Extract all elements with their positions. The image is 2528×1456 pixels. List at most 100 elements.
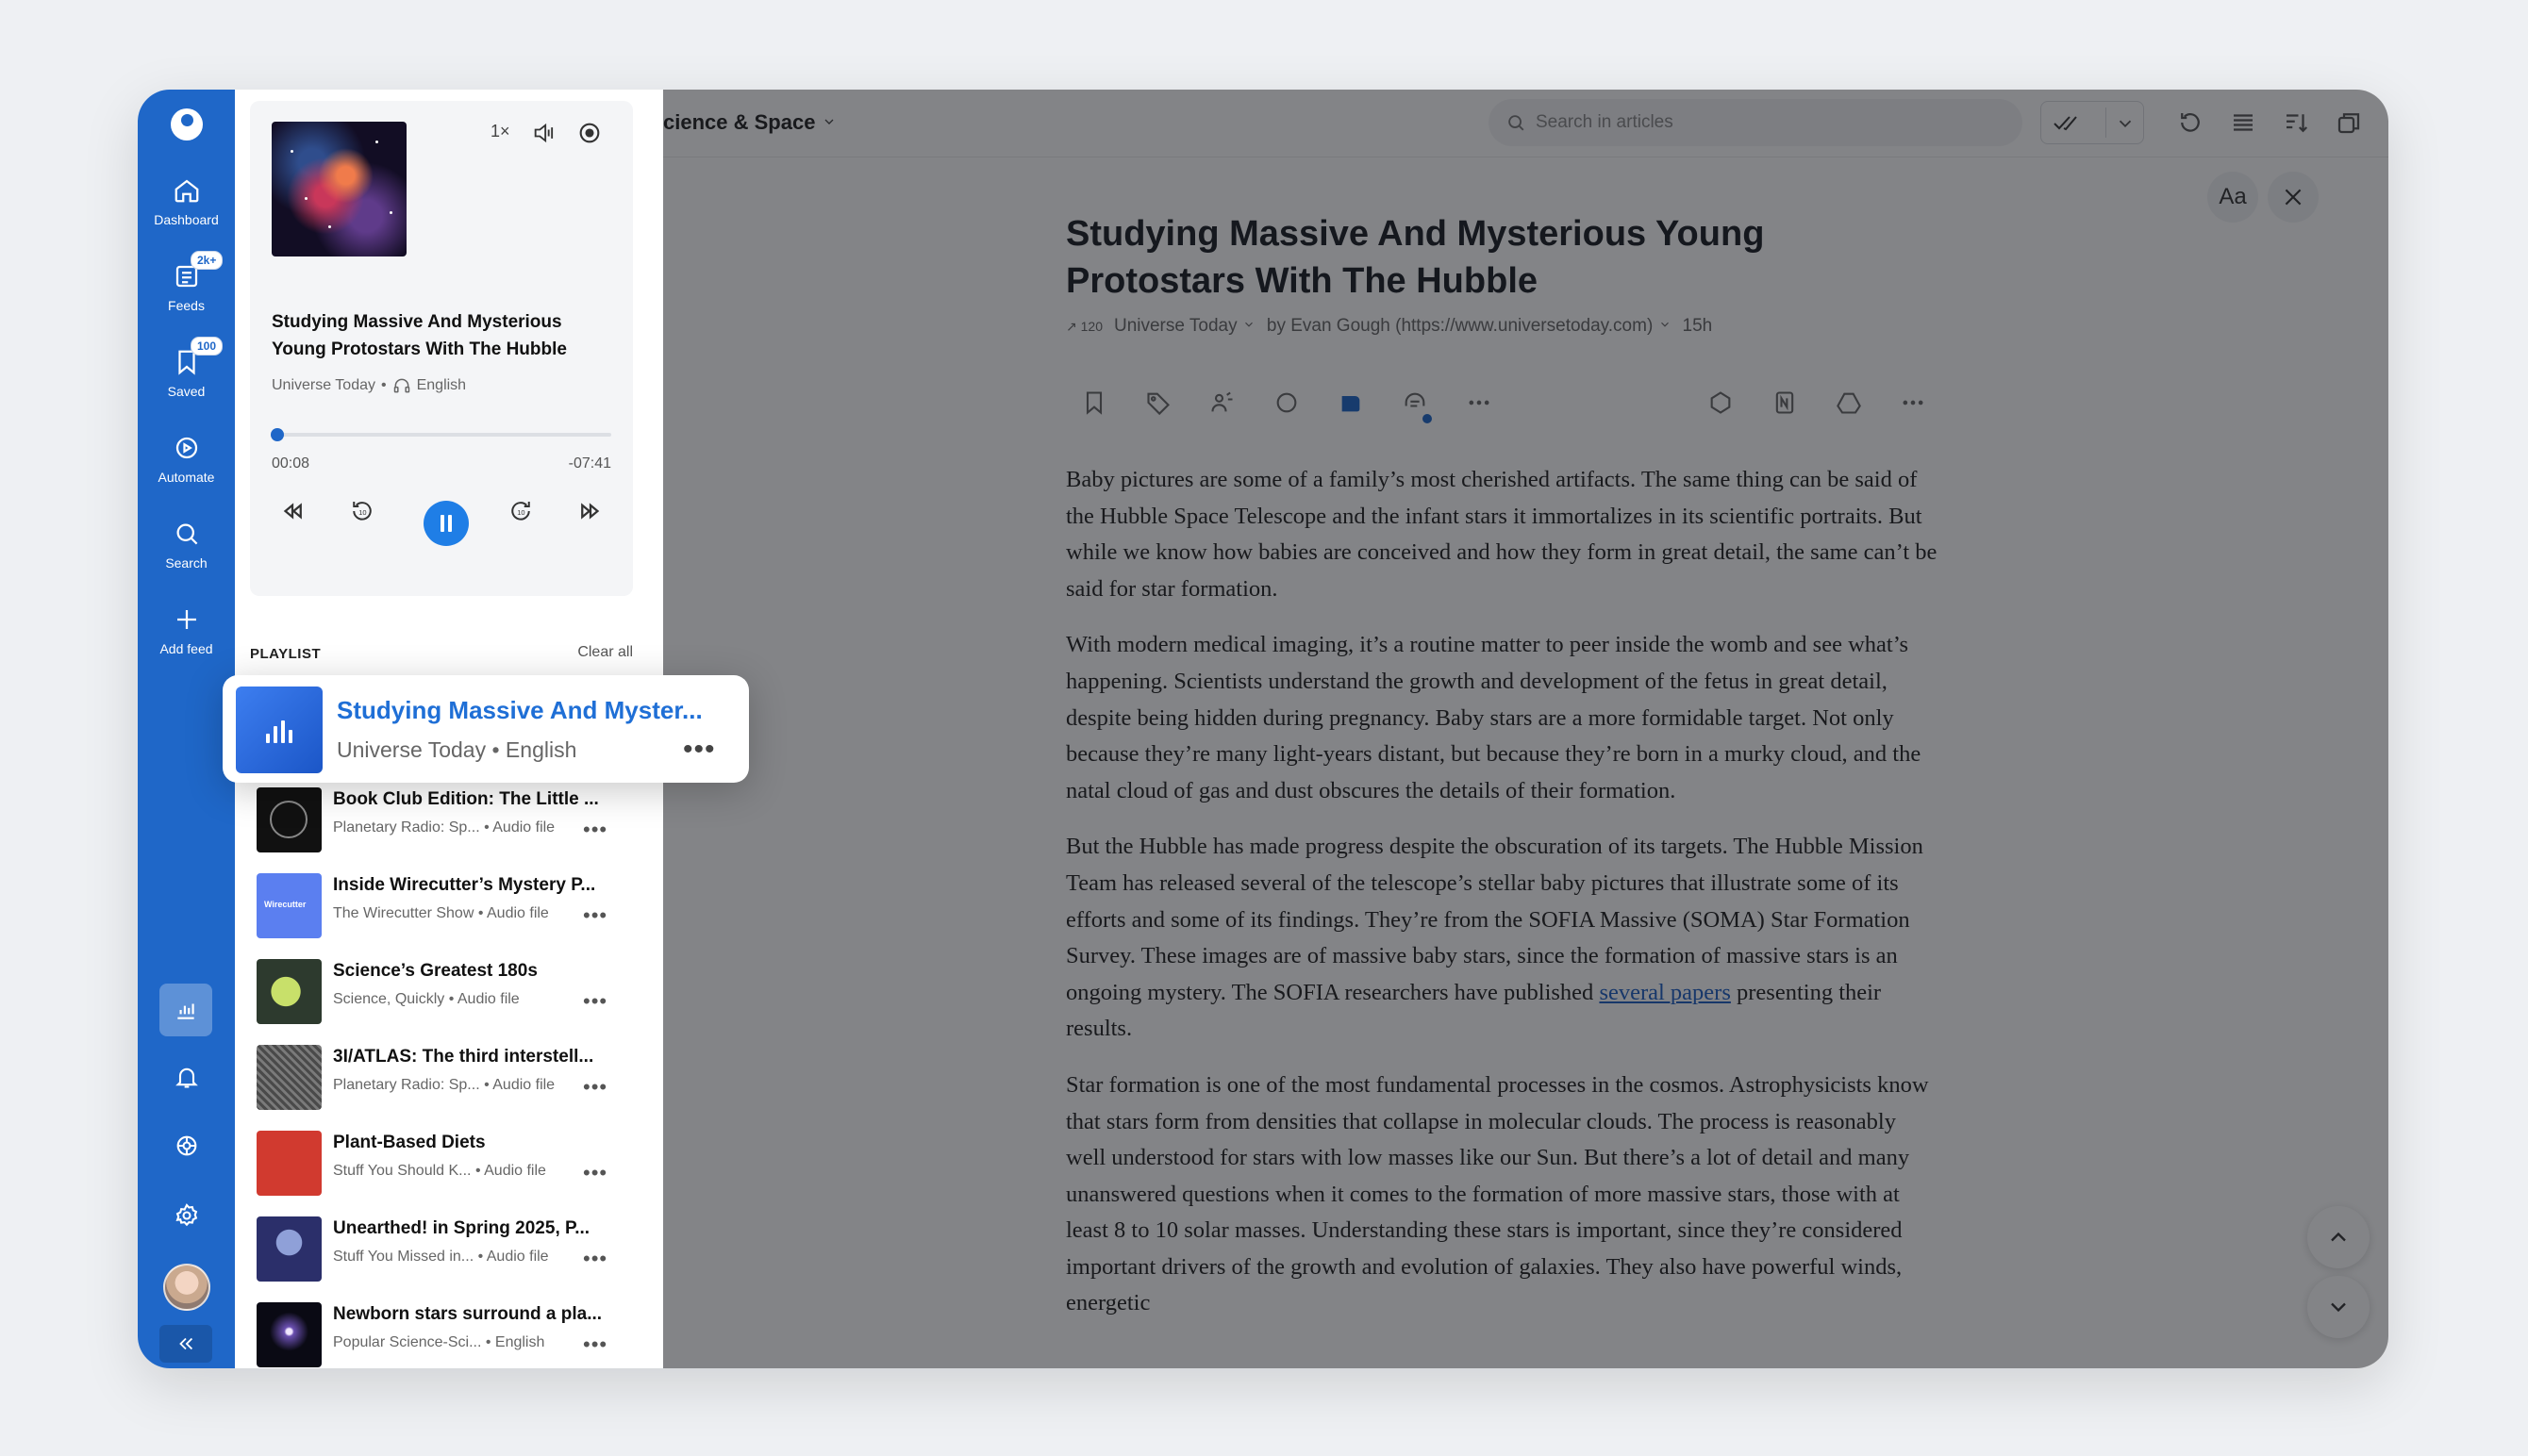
mark-read-group[interactable] (2040, 101, 2144, 144)
rail-search[interactable]: Search (138, 520, 235, 571)
more-options-button[interactable]: ••• (583, 1247, 607, 1271)
search-input[interactable]: Search in articles (1489, 99, 2022, 146)
double-check-icon[interactable] (2053, 111, 2085, 134)
chevron-down-icon[interactable] (2115, 113, 2136, 134)
trend-score: ↗ 120 (1066, 318, 1103, 334)
speed-button[interactable]: 1× (491, 122, 510, 141)
sort-icon[interactable] (2282, 108, 2310, 137)
app-logo[interactable] (171, 108, 203, 141)
playlist-item[interactable]: Newborn stars surround a pla... Popular … (257, 1295, 634, 1368)
playlist-thumb (257, 787, 322, 852)
feed-breadcrumb[interactable]: cience & Space (663, 110, 837, 135)
article-author[interactable]: by Evan Gough (https://www.universetoday… (1267, 316, 1671, 337)
integration-a-icon[interactable] (1707, 389, 1734, 416)
progress-handle[interactable] (271, 428, 285, 441)
scroll-down-button[interactable] (2307, 1276, 2370, 1338)
player-card: 1× Studying Massive And Mysterious Young… (250, 101, 633, 596)
tag-icon[interactable] (1145, 389, 1172, 416)
playlist-source: Stuff You Should K... • Audio file (333, 1163, 546, 1180)
avatar[interactable] (163, 1264, 210, 1311)
rewind-10-icon[interactable]: 10 (348, 497, 376, 525)
playlist-item[interactable]: Wirecutter Inside Wirecutter’s Mystery P… (257, 866, 634, 939)
more-options-button[interactable]: ••• (583, 1161, 607, 1185)
saved-badge: 100 (191, 337, 224, 356)
thumb-label: Wirecutter (264, 900, 307, 909)
episode-source: Universe Today (272, 377, 375, 393)
more-options-button[interactable]: ••• (583, 818, 607, 842)
skip-previous-icon[interactable] (278, 497, 307, 525)
scroll-up-button[interactable] (2307, 1206, 2370, 1268)
close-reader-button[interactable] (2268, 172, 2319, 223)
item-type: • English (485, 1334, 545, 1350)
more-horizontal-icon[interactable] (1900, 389, 1926, 416)
forward-10-icon[interactable]: 10 (507, 497, 535, 525)
rail-add-feed[interactable]: Add feed (138, 605, 235, 656)
record-icon[interactable] (576, 120, 603, 146)
skip-next-icon[interactable] (576, 497, 605, 525)
more-horizontal-icon[interactable] (1466, 389, 1492, 416)
episode-meta: Universe Today • English (272, 376, 466, 395)
more-options-button[interactable]: ••• (583, 989, 607, 1014)
rail-dashboard[interactable]: Dashboard (138, 176, 235, 227)
left-rail: Dashboard 2k+ Feeds 100 Saved Automate S… (138, 90, 235, 1368)
chevron-down-icon (1244, 322, 1253, 327)
share-people-icon[interactable] (1209, 389, 1236, 416)
playlist-item[interactable]: Science’s Greatest 180s Science, Quickly… (257, 951, 634, 1025)
remaining-time: -07:41 (568, 455, 611, 472)
episode-language: English (416, 377, 467, 393)
bell-icon[interactable] (174, 1064, 200, 1090)
episode-title: Studying Massive And Mysterious Young Pr… (272, 312, 567, 359)
playlist-source: Science, Quickly • Audio file (333, 991, 520, 1008)
gear-icon[interactable] (174, 1202, 200, 1229)
chevron-down-icon (1660, 322, 1669, 327)
more-options-button[interactable]: ••• (583, 903, 607, 928)
article-body: Baby pictures are some of a family’s mos… (1066, 462, 1938, 1342)
now-playing-title: Studying Massive And Myster... (337, 696, 703, 724)
rail-saved[interactable]: 100 Saved (138, 337, 235, 399)
plus-icon (176, 610, 196, 629)
more-options-button[interactable]: ••• (683, 734, 716, 766)
source-name: Universe Today (1113, 316, 1238, 336)
playlist-item[interactable]: Unearthed! in Spring 2025, P... Stuff Yo… (257, 1209, 634, 1282)
reader-mode-icon[interactable] (1338, 389, 1364, 416)
volume-icon[interactable] (531, 120, 557, 146)
refresh-icon[interactable] (2176, 108, 2204, 137)
playlist-thumb (257, 1216, 322, 1282)
list-view-icon[interactable] (2229, 108, 2257, 137)
rail-label: Saved (167, 384, 206, 399)
more-options-button[interactable]: ••• (583, 1075, 607, 1100)
listen-icon[interactable] (1402, 389, 1428, 416)
audio-bars-icon (236, 720, 323, 743)
several-papers-link[interactable]: several papers (1599, 980, 1730, 1005)
integrations-icon[interactable] (174, 1133, 200, 1159)
onenote-icon[interactable] (1771, 389, 1798, 416)
now-playing-card[interactable]: Studying Massive And Myster... Universe … (223, 675, 749, 783)
rail-automate[interactable]: Automate (138, 434, 235, 485)
playlist-thumb (257, 1302, 322, 1367)
pause-button[interactable] (424, 501, 469, 546)
clear-all-button[interactable]: Clear all (577, 644, 633, 661)
text-settings-button[interactable]: Aa (2207, 172, 2258, 223)
audio-player-button[interactable] (159, 984, 212, 1036)
source-name: Planetary Radio: Sp... (333, 819, 480, 836)
mark-read-circle-icon[interactable] (1273, 389, 1300, 416)
rail-feeds[interactable]: 2k+ Feeds (138, 251, 235, 313)
playlist-item[interactable]: 3I/ATLAS: The third interstell... Planet… (257, 1037, 634, 1111)
rail-label: Feeds (168, 298, 205, 313)
drive-icon[interactable] (1836, 389, 1862, 416)
playlist-title: Inside Wirecutter’s Mystery P... (333, 875, 596, 895)
playlist-item[interactable]: Book Club Edition: The Little ... Planet… (257, 780, 634, 853)
layout-icon[interactable] (2335, 108, 2363, 137)
search-icon (1508, 115, 1524, 131)
bookmark-icon[interactable] (1081, 389, 1107, 416)
article-title: Studying Massive And Mysterious Young Pr… (1066, 214, 1765, 301)
article-source[interactable]: Universe Today (1114, 316, 1256, 337)
playlist-source: Popular Science-Sci... • English (333, 1334, 544, 1351)
playlist-item[interactable]: Plant-Based Diets Stuff You Should K... … (257, 1123, 634, 1197)
progress-track[interactable] (272, 433, 611, 437)
more-options-button[interactable]: ••• (583, 1332, 607, 1357)
playlist-title: Newborn stars surround a pla... (333, 1304, 603, 1324)
close-icon (2285, 189, 2302, 206)
collapse-button[interactable] (159, 1325, 212, 1363)
playlist-thumb: Wirecutter (257, 873, 322, 938)
